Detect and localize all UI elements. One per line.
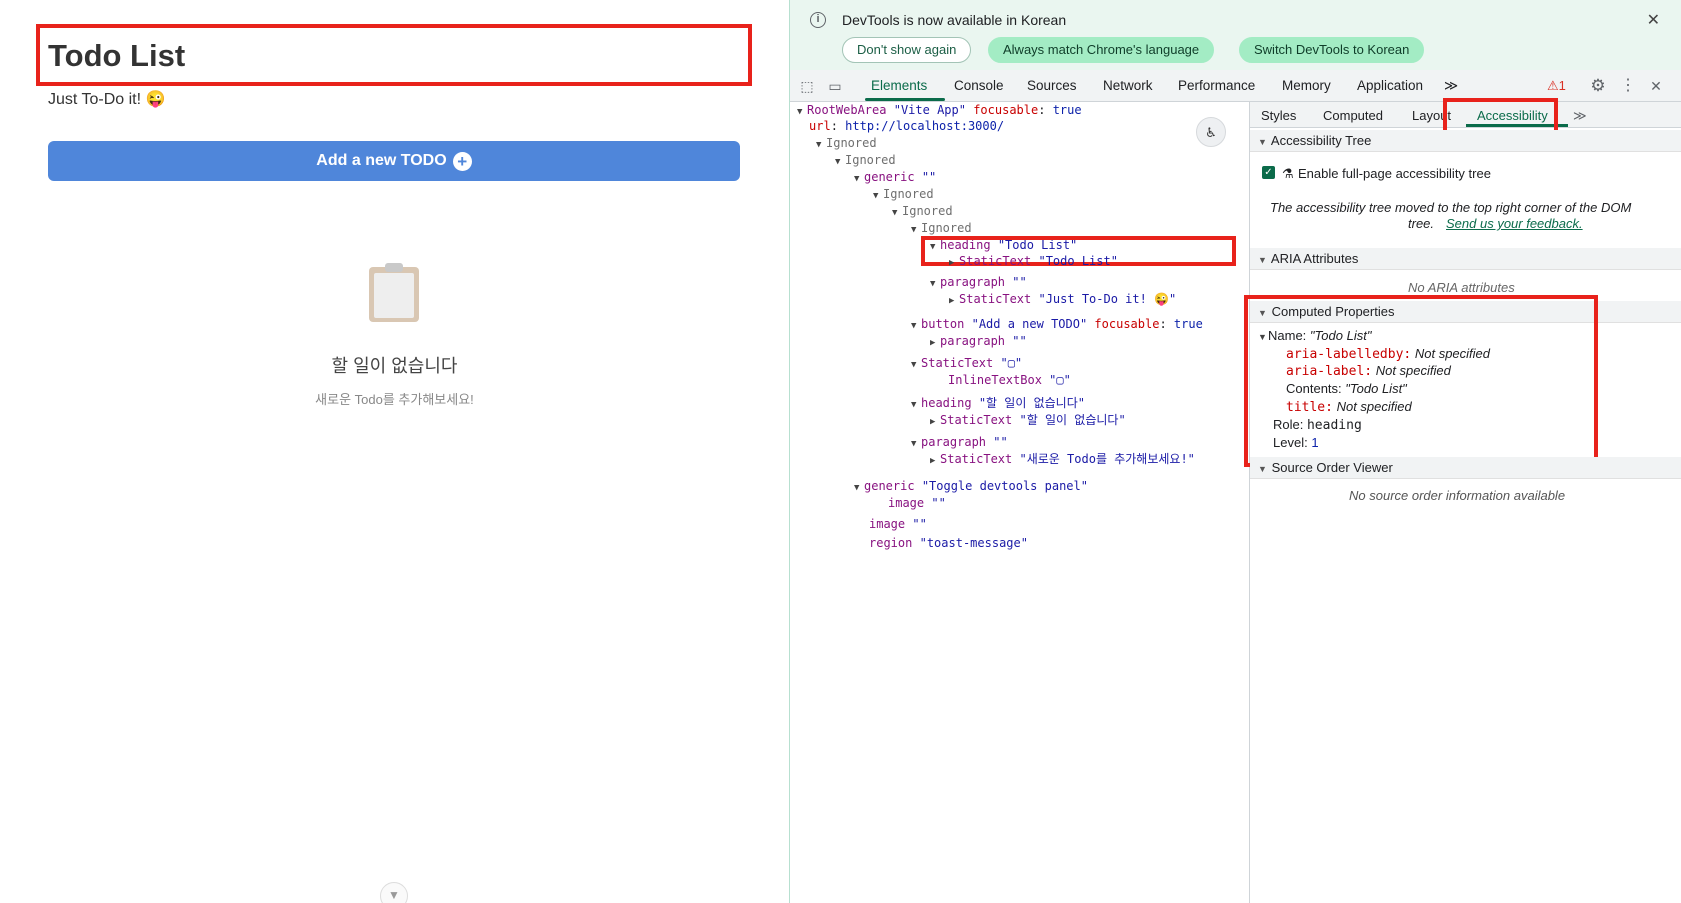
- more-tabs-icon[interactable]: ≫: [1573, 108, 1587, 124]
- section-accessibility-tree[interactable]: ▼ Accessibility Tree: [1250, 130, 1681, 152]
- plus-circle-icon: +: [452, 151, 472, 171]
- tree-node-paragraph[interactable]: ▼ paragraph "": [911, 435, 1008, 452]
- accessibility-dom-tree: ♿ ▼ RootWebArea "Vite App" focusable: tru…: [790, 102, 1249, 903]
- tab-console[interactable]: Console: [954, 78, 1004, 93]
- tab-network[interactable]: Network: [1103, 78, 1153, 93]
- tree-node-image[interactable]: image "": [888, 496, 946, 511]
- moved-notice-line1: The accessibility tree moved to the top …: [1270, 200, 1632, 215]
- language-infobar: i DevTools is now available in Korean ✕ …: [790, 0, 1681, 70]
- empty-state-title: 할 일이 없습니다: [331, 356, 458, 376]
- tree-node-heading-empty[interactable]: ▼ heading "할 일이 없습니다": [911, 396, 1085, 413]
- info-icon: i: [810, 12, 826, 28]
- tree-node-root[interactable]: ▼ RootWebArea "Vite App" focusable: true: [797, 103, 1082, 120]
- tab-styles[interactable]: Styles: [1261, 108, 1296, 123]
- tree-node-statictext[interactable]: ▶ StaticText "Just To-Do it! 😜": [949, 292, 1176, 309]
- section-aria-attributes[interactable]: ▼ ARIA Attributes: [1250, 248, 1681, 270]
- tree-node-paragraph[interactable]: ▼ paragraph "": [930, 275, 1027, 292]
- infobar-message: DevTools is now available in Korean: [842, 12, 1067, 28]
- close-icon[interactable]: ✕: [1647, 10, 1660, 30]
- tree-node-statictext[interactable]: ▶ StaticText "새로운 Todo를 추가해보세요!": [930, 452, 1195, 469]
- tree-node-region[interactable]: region "toast-message": [869, 536, 1028, 551]
- no-aria-text: No ARIA attributes: [1408, 280, 1515, 295]
- tree-node-generic-toggle[interactable]: ▼ generic "Toggle devtools panel": [854, 479, 1088, 496]
- tab-elements[interactable]: Elements: [871, 78, 927, 93]
- tab-computed[interactable]: Computed: [1323, 108, 1383, 123]
- tree-node-generic[interactable]: ▼ generic "": [854, 170, 936, 187]
- add-todo-label: Add a new TODO: [316, 152, 447, 169]
- warning-count-badge[interactable]: ⚠1: [1547, 78, 1566, 94]
- accessibility-person-icon[interactable]: ♿: [1196, 117, 1226, 147]
- active-tab-indicator: [865, 98, 945, 101]
- tab-sources[interactable]: Sources: [1027, 78, 1077, 93]
- tree-node-ignored[interactable]: ▼ Ignored: [873, 187, 934, 204]
- tab-performance[interactable]: Performance: [1178, 78, 1255, 93]
- more-tabs-icon[interactable]: ≫: [1444, 78, 1458, 94]
- inspect-element-icon[interactable]: ⬚: [798, 77, 816, 95]
- match-language-button[interactable]: Always match Chrome's language: [988, 37, 1215, 63]
- todo-app: Todo List Just To-Do it! 😜 Add a new TOD…: [0, 0, 789, 903]
- tree-node-statictext[interactable]: ▼ StaticText "▢": [911, 356, 1022, 373]
- enable-tree-label: Enable full-page accessibility tree: [1298, 166, 1491, 181]
- moved-notice-line2: tree.: [1408, 216, 1435, 231]
- highlight-box-computed-properties: [1244, 295, 1598, 467]
- tree-node-ignored[interactable]: ▼ Ignored: [835, 153, 896, 170]
- add-todo-button[interactable]: Add a new TODO +: [48, 141, 740, 181]
- tree-node-statictext[interactable]: ▶ StaticText "Todo List": [949, 254, 1118, 271]
- tree-node-statictext[interactable]: ▶ StaticText "할 일이 없습니다": [930, 413, 1126, 430]
- tab-application[interactable]: Application: [1357, 78, 1423, 93]
- dont-show-again-button[interactable]: Don't show again: [842, 37, 972, 63]
- tree-node-ignored[interactable]: ▼ Ignored: [892, 204, 953, 221]
- enable-tree-checkbox[interactable]: ✓: [1262, 166, 1275, 179]
- page-subtitle: Just To-Do it! 😜: [48, 91, 166, 108]
- section-source-order-viewer[interactable]: ▼ Source Order Viewer: [1250, 457, 1681, 479]
- devtools-panel: i DevTools is now available in Korean ✕ …: [789, 0, 1681, 903]
- accessibility-sidebar: Styles Computed Layout Accessibility ≫ ▼…: [1244, 98, 1681, 903]
- tree-node-ignored[interactable]: ▼ Ignored: [816, 136, 877, 153]
- switch-korean-button[interactable]: Switch DevTools to Korean: [1239, 37, 1425, 63]
- tree-node-button[interactable]: ▼ button "Add a new TODO" focusable: true: [911, 317, 1203, 334]
- clipboard-icon: [369, 263, 419, 322]
- toggle-devtools-button[interactable]: ▼: [380, 882, 408, 903]
- feedback-link[interactable]: Send us your feedback.: [1446, 216, 1583, 231]
- settings-gear-icon[interactable]: ⚙: [1589, 77, 1607, 95]
- tree-node-image[interactable]: image "": [869, 517, 927, 532]
- close-devtools-icon[interactable]: ✕: [1647, 77, 1665, 95]
- highlight-box-title: [36, 24, 752, 86]
- tree-node-url: url: http://localhost:3000/: [809, 119, 1005, 133]
- flask-icon: ⚗: [1282, 166, 1294, 181]
- empty-state-subtitle: 새로운 Todo를 추가해보세요!: [315, 392, 474, 407]
- more-menu-icon[interactable]: ⋮: [1619, 77, 1637, 95]
- tab-memory[interactable]: Memory: [1282, 78, 1331, 93]
- no-source-order-text: No source order information available: [1349, 488, 1566, 503]
- device-toolbar-icon[interactable]: ▭: [826, 77, 844, 95]
- tree-node-paragraph[interactable]: ▶ paragraph "": [930, 334, 1027, 351]
- tree-node-inlinetextbox[interactable]: InlineTextBox "▢": [948, 373, 1071, 388]
